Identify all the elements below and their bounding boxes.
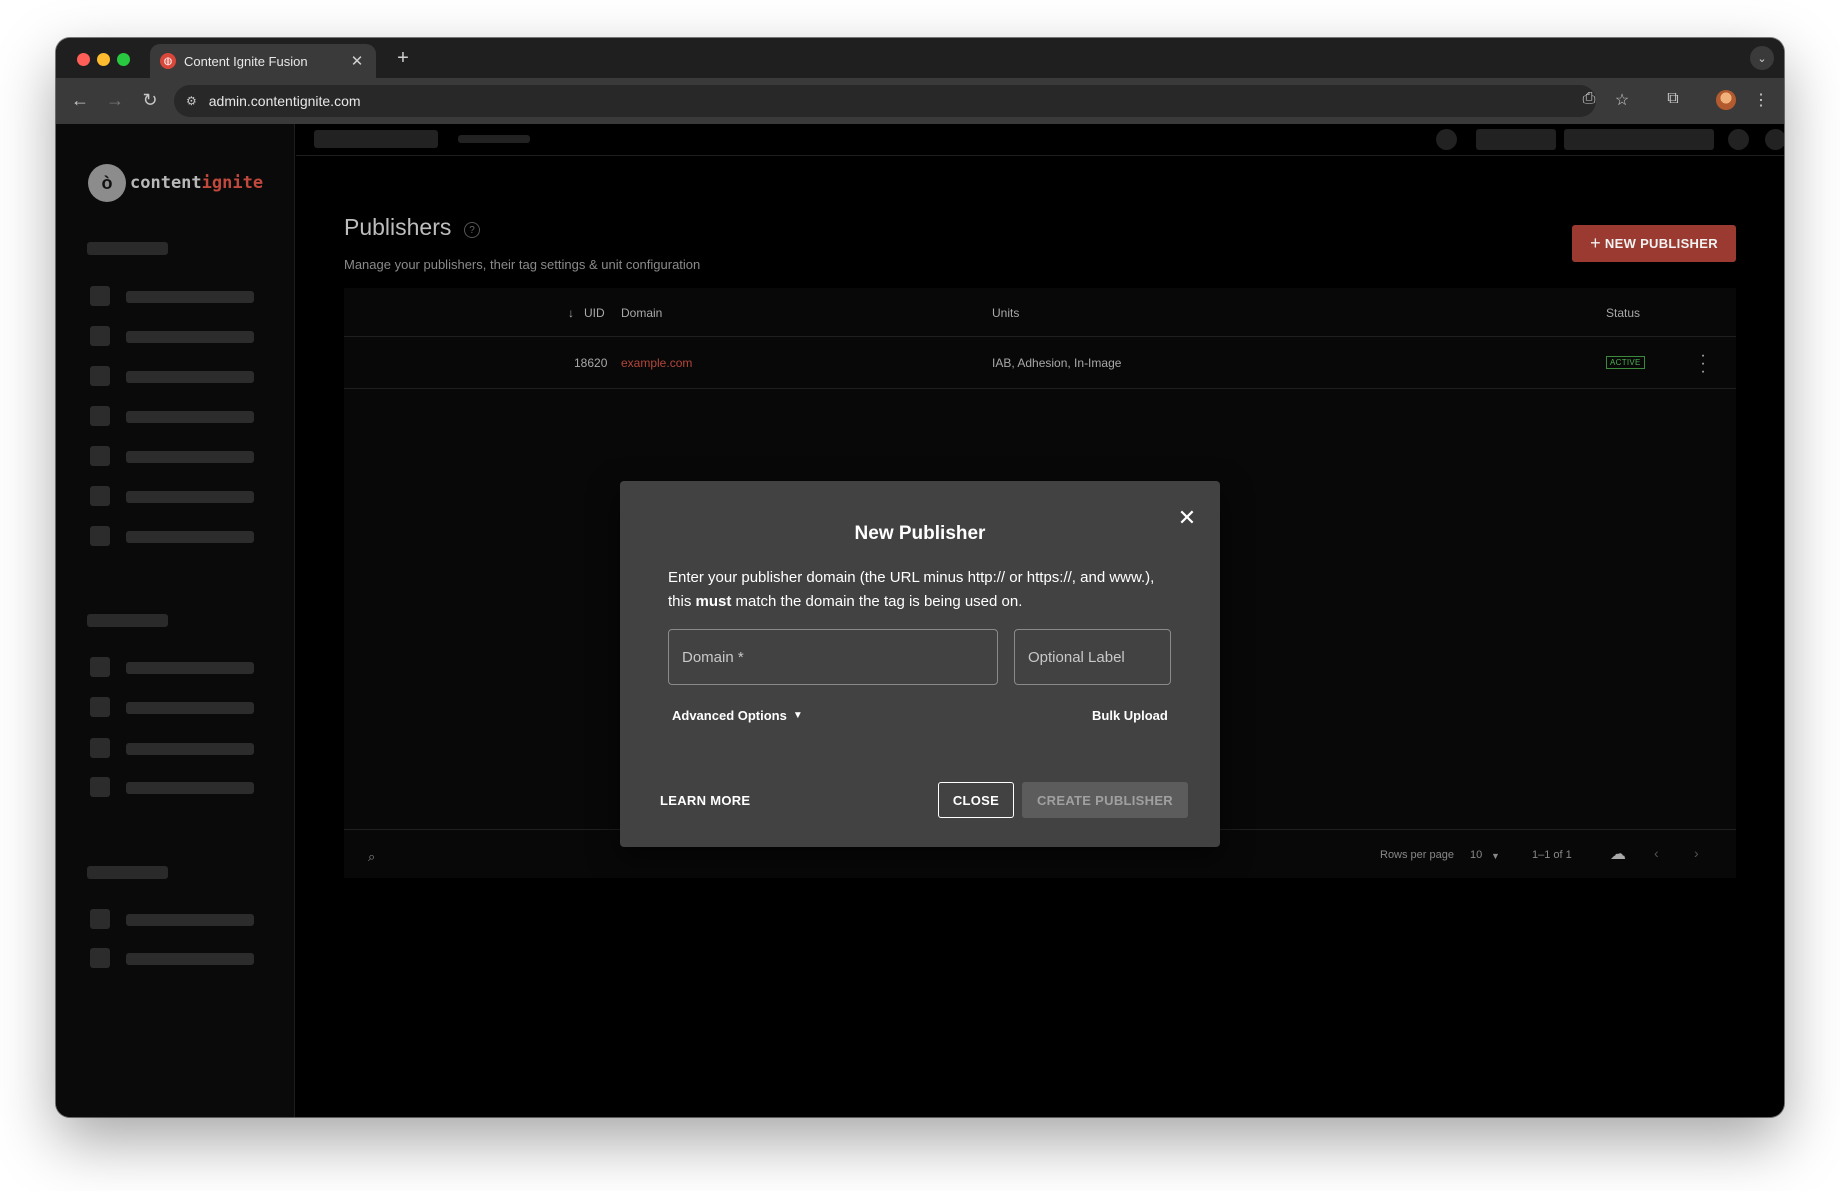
tab-search-icon[interactable]: ⌄ [1750, 46, 1774, 70]
close-icon[interactable]: ✕ [1176, 505, 1198, 531]
bookmark-star-icon[interactable]: ☆ [1611, 90, 1633, 110]
caret-down-icon: ▼ [792, 710, 803, 721]
bulk-upload-link[interactable]: Bulk Upload [1092, 708, 1168, 723]
pagination-text: 1–1 of 1 [1532, 849, 1572, 861]
address-bar[interactable]: ⚙ admin.contentignite.com [174, 85, 1596, 117]
topbar-icon-placeholder[interactable] [1436, 129, 1457, 150]
sidebar-section-heading [87, 866, 168, 879]
sort-arrow-icon[interactable]: ↓ [568, 306, 574, 320]
sidebar-item[interactable] [90, 697, 266, 717]
app-area: ò contentignite Publishers ? Manage your… [56, 124, 1784, 1117]
sidebar-item[interactable] [90, 406, 266, 426]
prev-page-icon[interactable]: ‹ [1654, 845, 1659, 861]
sidebar-item[interactable] [90, 738, 266, 758]
sidebar-item[interactable] [90, 657, 266, 677]
topbar-placeholder[interactable] [1476, 129, 1556, 150]
page-title: Publishers [344, 214, 452, 240]
close-button[interactable]: CLOSE [938, 782, 1014, 818]
new-publisher-dialog: New Publisher ✕ Enter your publisher dom… [620, 481, 1220, 847]
favicon-icon: ◍ [160, 53, 176, 69]
column-header-units[interactable]: Units [992, 306, 1019, 320]
learn-more-button[interactable]: LEARN MORE [660, 793, 750, 808]
sidebar-item[interactable] [90, 909, 266, 929]
sidebar-item[interactable] [90, 777, 266, 797]
page-subtitle: Manage your publishers, their tag settin… [344, 257, 701, 272]
sidebar-item[interactable] [90, 948, 266, 968]
flame-icon: ò [88, 164, 126, 202]
sidebar-section-heading [87, 242, 168, 255]
column-header-uid[interactable]: UID [584, 306, 605, 320]
app-topbar [296, 124, 1784, 156]
tab-strip: ◍ Content Ignite Fusion ✕ + ⌄ [56, 38, 1784, 78]
site-settings-icon[interactable]: ⚙ [186, 94, 197, 108]
row-menu-icon[interactable]: · · · [1698, 348, 1708, 380]
forward-icon[interactable]: → [103, 90, 127, 111]
back-icon[interactable]: ← [68, 90, 92, 111]
sidebar-item[interactable] [90, 526, 266, 546]
chevron-down-icon[interactable]: ▼ [1491, 851, 1500, 861]
status-badge: ACTIVE [1606, 356, 1645, 369]
browser-window: ◍ Content Ignite Fusion ✕ + ⌄ ← → ↻ ⚙ ad… [56, 38, 1784, 1117]
tab-title: Content Ignite Fusion [184, 53, 308, 69]
advanced-options-toggle[interactable]: Advanced Options ▼ [672, 708, 803, 723]
reload-icon[interactable]: ↻ [138, 90, 162, 111]
profile-avatar[interactable] [1716, 90, 1736, 110]
dialog-description: Enter your publisher domain (the URL min… [668, 569, 1155, 610]
sidebar-item[interactable] [90, 366, 266, 386]
create-publisher-button[interactable]: CREATE PUBLISHER [1022, 782, 1188, 818]
sidebar-item[interactable] [90, 326, 266, 346]
search-icon[interactable]: ⌕ [368, 849, 375, 865]
column-header-status[interactable]: Status [1606, 306, 1640, 320]
extensions-icon[interactable]: ⧉ [1662, 90, 1684, 108]
column-header-domain[interactable]: Domain [621, 306, 662, 320]
optional-label-input[interactable] [1014, 629, 1171, 685]
install-app-icon[interactable]: ⎙ [1578, 90, 1600, 108]
next-page-icon[interactable]: › [1694, 845, 1699, 861]
browser-tab[interactable]: ◍ Content Ignite Fusion ✕ [150, 44, 376, 78]
sidebar-item[interactable] [90, 286, 266, 306]
sidebar-item[interactable] [90, 446, 266, 466]
cell-units: IAB, Adhesion, In-Image [992, 356, 1122, 370]
topbar-placeholder[interactable] [1564, 129, 1714, 150]
topbar-placeholder [314, 130, 438, 148]
sidebar: ò contentignite [56, 124, 295, 1117]
topbar-icon-placeholder[interactable] [1728, 129, 1749, 150]
logo-text: contentignite [130, 173, 264, 193]
rows-per-page-select[interactable]: 10 [1470, 849, 1482, 861]
browser-menu-icon[interactable]: ⋮ [1750, 90, 1772, 110]
window-maximize-button[interactable] [117, 53, 130, 66]
brand-logo[interactable]: ò contentignite [88, 164, 263, 202]
topbar-placeholder [458, 135, 530, 143]
tab-close-icon[interactable]: ✕ [348, 52, 366, 70]
topbar-icon-placeholder[interactable] [1765, 129, 1784, 150]
url-text: admin.contentignite.com [208, 93, 361, 109]
new-tab-icon[interactable]: + [392, 47, 414, 70]
sidebar-item[interactable] [90, 486, 266, 506]
cloud-download-icon[interactable]: ☁ [1610, 844, 1626, 864]
plus-icon: + [1590, 233, 1601, 253]
sidebar-section-heading [87, 614, 168, 627]
help-icon[interactable]: ? [464, 222, 480, 238]
browser-toolbar: ← → ↻ ⚙ admin.contentignite.com ⎙ ☆ ⧉ ⋮ [56, 78, 1784, 124]
cell-uid: 18620 [574, 356, 608, 370]
new-publisher-button[interactable]: + NEW PUBLISHER [1572, 225, 1736, 262]
window-close-button[interactable] [77, 53, 90, 66]
window-minimize-button[interactable] [97, 53, 110, 66]
domain-input[interactable] [668, 629, 998, 685]
rows-per-page-label: Rows per page [1380, 849, 1454, 861]
cell-domain-link[interactable]: example.com [621, 356, 692, 370]
dialog-title: New Publisher [854, 523, 986, 544]
